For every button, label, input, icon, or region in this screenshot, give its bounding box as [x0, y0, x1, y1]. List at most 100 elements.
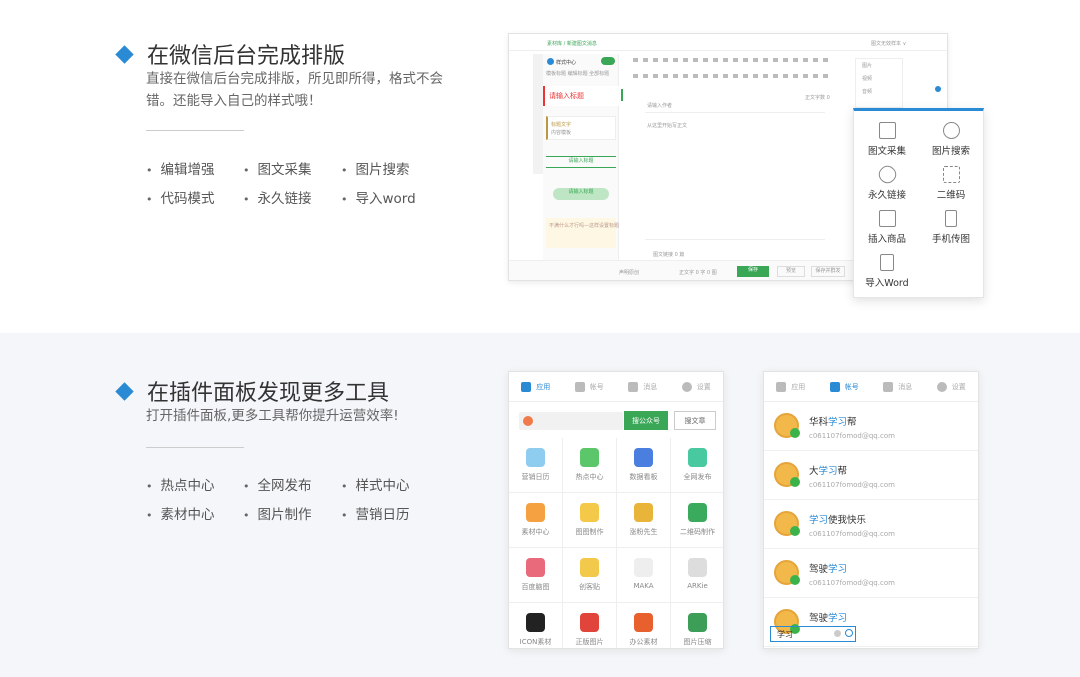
search-icon[interactable]	[845, 629, 853, 637]
account-row[interactable]: 学习使我快乐 c061107fomod@qq.com	[764, 500, 978, 549]
top-right-text: 图文无效样本 ∨	[871, 41, 907, 47]
app-icon	[580, 503, 599, 522]
search-article-button[interactable]: 搜文章	[674, 411, 716, 430]
message-icon	[883, 381, 894, 392]
tools-popup: 图文采集 图片搜索 永久链接 二维码 插入商品 手机传图 导入Word	[853, 108, 984, 298]
avatar	[774, 462, 800, 487]
app-label: 全网发布	[683, 473, 712, 481]
popup-item[interactable]: 导入Word	[857, 254, 917, 289]
account-email: c061107fomod@qq.com	[809, 530, 895, 538]
account-name: 驾驶学习	[809, 610, 847, 624]
app-tile[interactable]: 正版图片	[563, 603, 617, 648]
app-label: ICON素材	[519, 638, 552, 646]
save-button[interactable]: 保存	[737, 266, 769, 277]
tab-messages[interactable]: 消息	[871, 372, 925, 401]
tab-messages[interactable]: 消息	[616, 372, 670, 401]
tab-accounts[interactable]: 帐号	[818, 372, 872, 401]
toggle-switch[interactable]	[601, 57, 615, 65]
app-tile[interactable]: 百度脑图	[509, 548, 563, 603]
section2-title: 在插件面板发现更多工具	[115, 375, 389, 407]
weibo-icon	[523, 416, 533, 426]
clear-icon[interactable]	[834, 630, 841, 637]
popup-item[interactable]: 图文采集	[857, 122, 917, 157]
app-tile[interactable]: 涨粉先生	[617, 493, 671, 548]
app-icon	[526, 613, 545, 632]
toolbar-row1[interactable]	[633, 58, 833, 62]
popup-item[interactable]: 插入商品	[857, 210, 917, 245]
insert-list: 图片 视频 音频	[855, 58, 903, 108]
account-row[interactable]: 驾驶学习 c061107fomod@qq.com	[764, 549, 978, 598]
tab-apps[interactable]: 应用	[509, 372, 563, 401]
popup-item[interactable]: 手机传图	[921, 210, 981, 245]
message-icon	[628, 381, 639, 392]
tab-accounts[interactable]: 帐号	[563, 372, 617, 401]
diamond-icon	[115, 381, 134, 401]
gear-icon	[936, 381, 947, 392]
account-name-part: 使我快乐	[828, 515, 867, 526]
account-email: c061107fomod@qq.com	[809, 432, 895, 440]
app-label: 热点中心	[575, 473, 604, 481]
tab-settings[interactable]: 设置	[670, 372, 724, 401]
plugin-dot-icon[interactable]	[935, 86, 941, 92]
app-tile[interactable]: ARKie	[671, 548, 723, 603]
account-row[interactable]: 大学习帮 c061107fomod@qq.com	[764, 451, 978, 500]
account-row[interactable]: 华科学习帮 c061107fomod@qq.com	[764, 402, 978, 451]
app-icon	[526, 448, 545, 467]
account-name-part: 驾驶	[809, 564, 829, 575]
app-tile[interactable]: 创客贴	[563, 548, 617, 603]
popup-item[interactable]: 二维码	[921, 166, 981, 201]
feature-item: 导入word	[341, 187, 416, 207]
publish-button[interactable]: 保存并群发	[811, 266, 845, 277]
app-label: 创客贴	[579, 583, 600, 591]
app-label: 素材中心	[521, 528, 550, 536]
app-tile[interactable]: 营销日历	[509, 438, 563, 493]
feature-item: 图片制作	[243, 503, 312, 523]
app-tile[interactable]: ICON素材	[509, 603, 563, 648]
app-tile[interactable]: 图片压缩	[671, 603, 723, 648]
panel-tabs: 应用 帐号 消息 设置	[509, 372, 723, 402]
app-icon	[634, 448, 653, 467]
feature-item: 热点中心	[146, 474, 215, 494]
divider	[146, 447, 244, 448]
app-tile[interactable]: 图图制作	[563, 493, 617, 548]
app-tile[interactable]: 热点中心	[563, 438, 617, 493]
divider	[146, 130, 244, 131]
search-account-button[interactable]: 搜公众号	[624, 411, 668, 430]
tab-apps[interactable]: 应用	[764, 372, 818, 401]
app-label: 营销日历	[521, 473, 550, 481]
account-name-part: 帮	[837, 466, 848, 477]
avatar	[774, 511, 800, 536]
account-search-input[interactable]: 学习	[770, 626, 856, 642]
tab-settings[interactable]: 设置	[925, 372, 979, 401]
download-icon	[878, 122, 896, 139]
tools-icon	[521, 381, 532, 392]
left-strip	[533, 54, 543, 174]
app-icon	[526, 558, 545, 577]
tools-icon	[776, 381, 787, 392]
app-label: 二维码制作	[680, 528, 715, 536]
app-tile[interactable]: 二维码制作	[671, 493, 723, 548]
app-label: 图图制作	[575, 528, 604, 536]
feature-item: 编辑增强	[146, 158, 215, 178]
account-email: c061107fomod@qq.com	[809, 579, 895, 587]
popup-item[interactable]: 图片搜索	[921, 122, 981, 157]
account-name: 驾驶学习	[809, 561, 847, 575]
app-label: 正版图片	[575, 638, 604, 646]
account-name-part: 学习	[828, 613, 848, 624]
avatar	[774, 560, 800, 585]
app-tile[interactable]: 全网发布	[671, 438, 723, 493]
app-icon	[580, 558, 599, 577]
search-input[interactable]	[519, 412, 623, 430]
section1-desc: 直接在微信后台完成排版，所见即所得，格式不会错。还能导入自己的样式哦！	[146, 71, 443, 109]
feature-item: 营销日历	[341, 503, 410, 523]
feature-item: 图文采集	[243, 158, 312, 178]
app-tile[interactable]: MAKA	[617, 548, 671, 603]
app-tile[interactable]: 数据看板	[617, 438, 671, 493]
popup-item[interactable]: 永久链接	[857, 162, 917, 201]
avatar	[774, 413, 800, 438]
toolbar-row2[interactable]	[633, 74, 833, 78]
app-tile[interactable]: 素材中心	[509, 493, 563, 548]
app-tile[interactable]: 办公素材	[617, 603, 671, 648]
app-icon	[688, 503, 707, 522]
preview-button[interactable]: 预览	[777, 266, 805, 277]
